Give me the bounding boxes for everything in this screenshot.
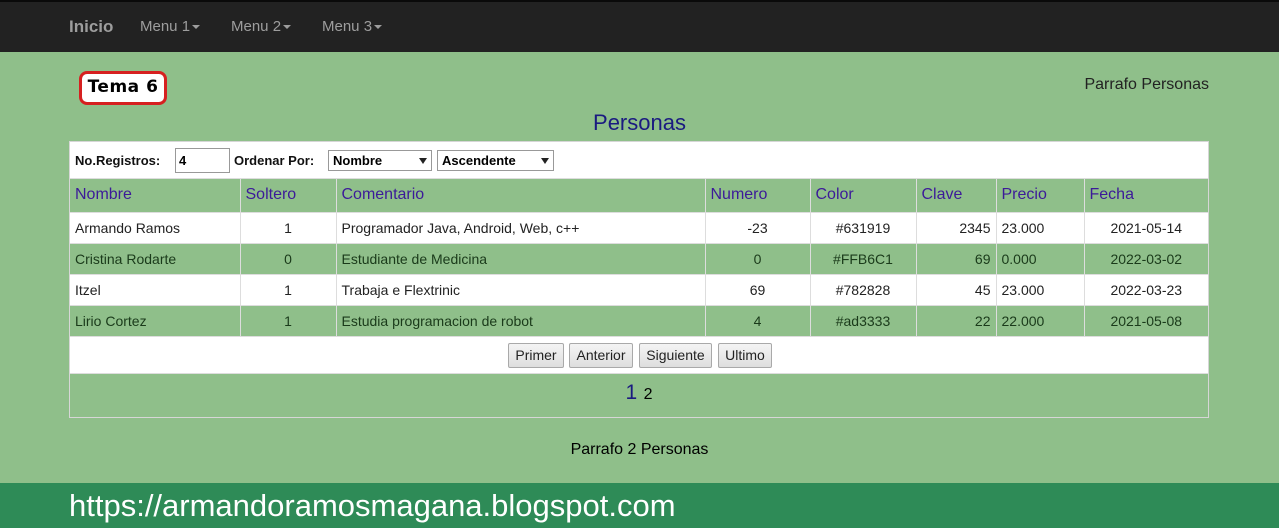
caret-down-icon bbox=[283, 25, 292, 30]
table-row[interactable]: Itzel 1 Trabaja e Flextrinic 69 #782828 … bbox=[70, 273, 1208, 305]
table-row[interactable]: Armando Ramos 1 Programador Java, Androi… bbox=[70, 211, 1208, 243]
column-header-color[interactable]: Color bbox=[809, 179, 916, 212]
cell-precio: 22.000 bbox=[995, 304, 1084, 336]
cell-nombre: Cristina Rodarte bbox=[70, 242, 240, 274]
table-controls: No.Registros: 4 Ordenar Por: Nombre Asce… bbox=[70, 142, 1208, 179]
table-row[interactable]: Lirio Cortez 1 Estudia programacion de r… bbox=[70, 304, 1208, 336]
cell-comentario: Estudiante de Medicina bbox=[335, 242, 705, 274]
cell-precio: 23.000 bbox=[995, 211, 1084, 243]
previous-page-button[interactable]: Anterior bbox=[569, 343, 633, 368]
cell-comentario: Programador Java, Android, Web, c++ bbox=[335, 211, 705, 243]
nav-menu-3-label: Menu 3 bbox=[322, 18, 373, 35]
records-label: No.Registros: bbox=[75, 153, 161, 168]
cell-comentario: Trabaja e Flextrinic bbox=[335, 273, 705, 305]
nav-menu-1-label: Menu 1 bbox=[140, 18, 191, 35]
first-page-button[interactable]: Primer bbox=[508, 343, 564, 368]
cell-nombre: Itzel bbox=[70, 273, 240, 305]
footer-bar: https://armandoramosmagana.blogspot.com bbox=[0, 483, 1279, 528]
cell-color: #ad3333 bbox=[809, 304, 916, 336]
table-row[interactable]: Cristina Rodarte 0 Estudiante de Medicin… bbox=[70, 242, 1208, 274]
nav-menu-2[interactable]: Menu 2 bbox=[231, 18, 292, 35]
cell-color: #FFB6C1 bbox=[809, 242, 916, 274]
column-header-precio[interactable]: Precio bbox=[995, 179, 1084, 212]
paragraph-bottom: Parrafo 2 Personas bbox=[570, 441, 709, 458]
cell-comentario: Estudia programacion de robot bbox=[335, 304, 705, 336]
cell-soltero: 0 bbox=[239, 242, 336, 274]
order-field-select[interactable]: Nombre bbox=[328, 150, 432, 171]
last-page-button[interactable]: Ultimo bbox=[718, 343, 772, 368]
table-header-row: Nombre Soltero Comentario Numero Color C… bbox=[70, 179, 1208, 212]
cell-precio: 23.000 bbox=[995, 273, 1084, 305]
order-direction-value: Ascendente bbox=[442, 153, 516, 168]
column-header-comentario[interactable]: Comentario bbox=[335, 179, 705, 212]
column-header-clave[interactable]: Clave bbox=[915, 179, 996, 212]
cell-precio: 0.000 bbox=[995, 242, 1084, 274]
cell-clave: 69 bbox=[915, 242, 996, 274]
footer-url: https://armandoramosmagana.blogspot.com bbox=[69, 488, 676, 523]
column-header-fecha[interactable]: Fecha bbox=[1083, 179, 1208, 212]
dropdown-arrow-icon bbox=[419, 158, 427, 164]
order-label: Ordenar Por: bbox=[234, 153, 315, 168]
column-header-soltero[interactable]: Soltero bbox=[239, 179, 336, 212]
nav-menu-2-label: Menu 2 bbox=[231, 18, 282, 35]
cell-nombre: Armando Ramos bbox=[70, 211, 240, 243]
topic-badge: Tema 6 bbox=[79, 71, 167, 105]
cell-numero: 69 bbox=[704, 273, 810, 305]
records-input[interactable]: 4 bbox=[175, 148, 230, 173]
page-link-1[interactable]: 1 bbox=[625, 381, 637, 404]
cell-fecha: 2021-05-08 bbox=[1083, 304, 1208, 336]
cell-color: #631919 bbox=[809, 211, 916, 243]
order-direction-select[interactable]: Ascendente bbox=[437, 150, 554, 171]
order-field-value: Nombre bbox=[333, 153, 383, 168]
nav-menu-3[interactable]: Menu 3 bbox=[322, 18, 383, 35]
cell-fecha: 2022-03-23 bbox=[1083, 273, 1208, 305]
column-header-numero[interactable]: Numero bbox=[704, 179, 810, 212]
column-header-nombre[interactable]: Nombre bbox=[70, 179, 240, 212]
next-page-button[interactable]: Siguiente bbox=[639, 343, 712, 368]
cell-clave: 45 bbox=[915, 273, 996, 305]
caret-down-icon bbox=[192, 25, 201, 30]
top-navbar: Inicio Menu 1 Menu 2 Menu 3 bbox=[0, 0, 1279, 52]
page-link-2[interactable]: 2 bbox=[644, 386, 653, 403]
nav-brand-inicio[interactable]: Inicio bbox=[69, 17, 113, 37]
nav-menu-1[interactable]: Menu 1 bbox=[140, 18, 201, 35]
cell-soltero: 1 bbox=[239, 211, 336, 243]
caret-down-icon bbox=[374, 25, 383, 30]
cell-soltero: 1 bbox=[239, 273, 336, 305]
cell-clave: 2345 bbox=[915, 211, 996, 243]
cell-clave: 22 bbox=[915, 304, 996, 336]
cell-nombre: Lirio Cortez bbox=[70, 304, 240, 336]
cell-numero: 4 bbox=[704, 304, 810, 336]
cell-numero: -23 bbox=[704, 211, 810, 243]
page-title: Personas bbox=[593, 110, 686, 135]
pager-buttons: Primer Anterior Siguiente Ultimo bbox=[70, 336, 1208, 373]
cell-fecha: 2022-03-02 bbox=[1083, 242, 1208, 274]
cell-soltero: 1 bbox=[239, 304, 336, 336]
cell-fecha: 2021-05-14 bbox=[1083, 211, 1208, 243]
persons-table: Nombre Soltero Comentario Numero Color C… bbox=[70, 179, 1208, 336]
cell-color: #782828 bbox=[809, 273, 916, 305]
dropdown-arrow-icon bbox=[541, 158, 549, 164]
page-links: 1 2 bbox=[70, 373, 1208, 417]
cell-numero: 0 bbox=[704, 242, 810, 274]
paragraph-top: Parrafo Personas bbox=[1084, 76, 1209, 93]
persons-panel: No.Registros: 4 Ordenar Por: Nombre Asce… bbox=[69, 141, 1209, 418]
